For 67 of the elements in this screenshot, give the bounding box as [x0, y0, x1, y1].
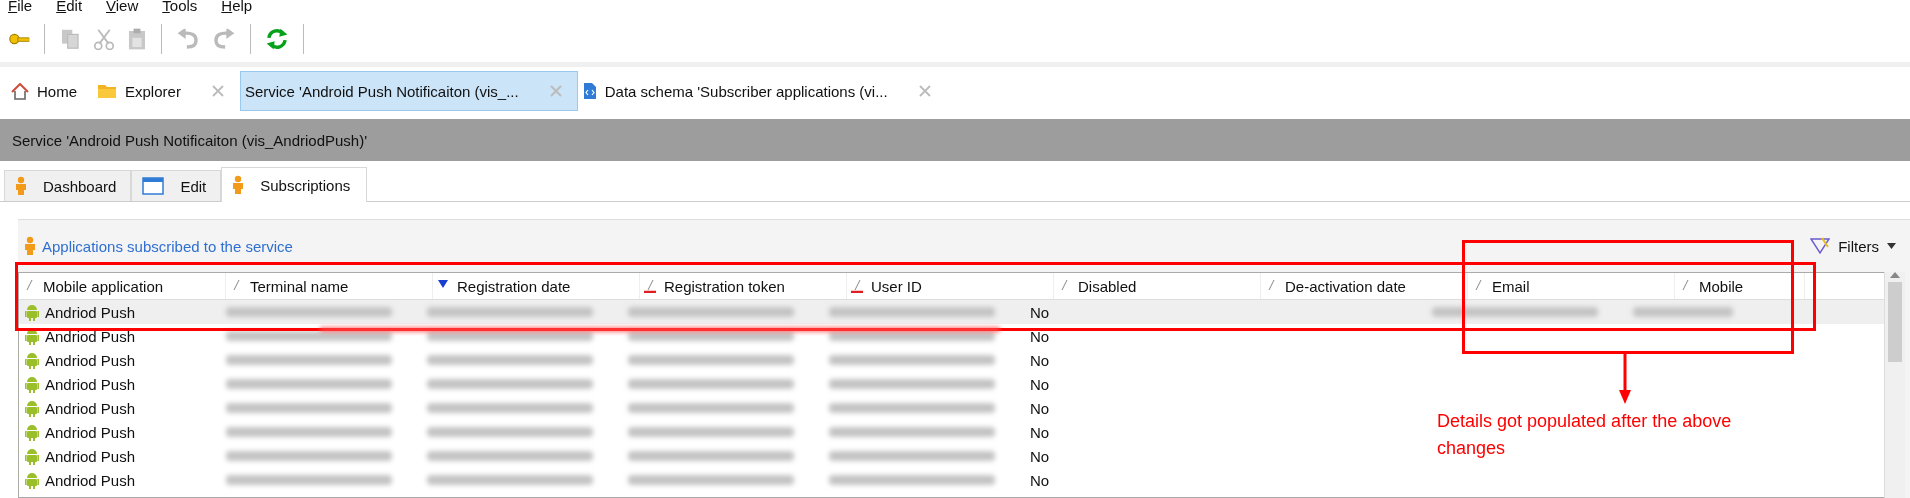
document-tab[interactable]: Service 'Android Push Notificaiton (vis_... [239, 71, 578, 111]
menu-item[interactable]: View [104, 0, 161, 13]
refresh-icon[interactable] [265, 27, 289, 51]
table-cell: No [1030, 327, 1050, 345]
tab[interactable]: Edit [131, 170, 222, 201]
table-cell: Andriod Push [45, 375, 136, 393]
table-cell: No [1030, 471, 1050, 489]
selected-row[interactable]: Andriod Push No [19, 300, 1884, 324]
table-cell: No [1030, 375, 1050, 393]
person-icon [15, 176, 27, 196]
filter-icon [1810, 237, 1831, 255]
table-cell: No [1030, 447, 1050, 465]
android-icon [25, 303, 39, 321]
table-cell: Andriod Push [45, 351, 136, 369]
table-cell: No [1030, 351, 1050, 369]
column-header[interactable]: De-activation date [1261, 273, 1468, 299]
close-icon[interactable] [210, 84, 225, 98]
document-tab[interactable]: Home [6, 71, 92, 111]
android-icon [25, 351, 39, 369]
android-icon [25, 423, 39, 441]
column-header[interactable]: Disabled [1054, 273, 1261, 299]
column-header[interactable]: Mobile application [19, 273, 226, 299]
android-icon [25, 399, 39, 417]
caret-icon [1887, 243, 1896, 249]
menu-item[interactable]: File [6, 0, 55, 13]
folder-icon [97, 83, 117, 99]
window-title: Service 'Android Push Notificaiton (vis_AndriodPush)' [12, 131, 368, 149]
window-icon [142, 177, 165, 195]
filters-button[interactable]: Filters [1810, 237, 1904, 255]
table-cell: Andriod Push [45, 399, 136, 417]
menu-item[interactable]: Edit [54, 0, 105, 13]
person-icon [24, 236, 36, 256]
menu-item[interactable]: Tools [160, 0, 220, 13]
column-header[interactable]: Registration date [433, 273, 640, 299]
panel-title-link[interactable]: Applications subscribed to the service [42, 237, 1811, 255]
scrollbar-thumb[interactable] [1888, 282, 1902, 362]
column-header[interactable]: Registration token [640, 273, 847, 299]
annotation-note: Details got populated after the above changes [1437, 410, 1733, 460]
column-header[interactable]: User ID [847, 273, 1054, 299]
android-icon [25, 447, 39, 465]
person-icon [232, 175, 245, 195]
column-header[interactable]: Mobile [1675, 273, 1805, 299]
column-header[interactable]: Terminal name [226, 273, 433, 299]
android-icon [25, 375, 39, 393]
table-cell: Andriod Push [45, 423, 136, 441]
arrow-icon [1619, 354, 1631, 404]
menu-item[interactable]: Help [219, 0, 275, 13]
close-icon[interactable] [548, 84, 563, 98]
arrow-up-icon [1890, 272, 1900, 278]
close-icon[interactable] [917, 84, 932, 98]
house-icon [11, 82, 29, 100]
document-icon [582, 82, 597, 100]
document-tab[interactable]: Explorer [92, 71, 240, 111]
tab[interactable]: Dashboard [4, 170, 132, 201]
column-header[interactable]: Email [1468, 273, 1675, 299]
table-cell: Andriod Push [45, 471, 136, 489]
android-icon [25, 471, 39, 489]
table-cell: Andriod Push [45, 447, 136, 465]
table-cell: Andriod Push [45, 303, 136, 321]
table-cell: No [1030, 423, 1050, 441]
document-tab[interactable]: Data schema 'Subscriber applications (vi... [577, 71, 947, 111]
key-icon[interactable] [8, 32, 30, 46]
table-cell: No [1030, 303, 1050, 321]
tab[interactable]: Subscriptions [221, 167, 368, 202]
table-cell: Andriod Push [45, 327, 136, 345]
scrollbar[interactable] [1884, 272, 1905, 498]
table-cell: No [1030, 399, 1050, 417]
